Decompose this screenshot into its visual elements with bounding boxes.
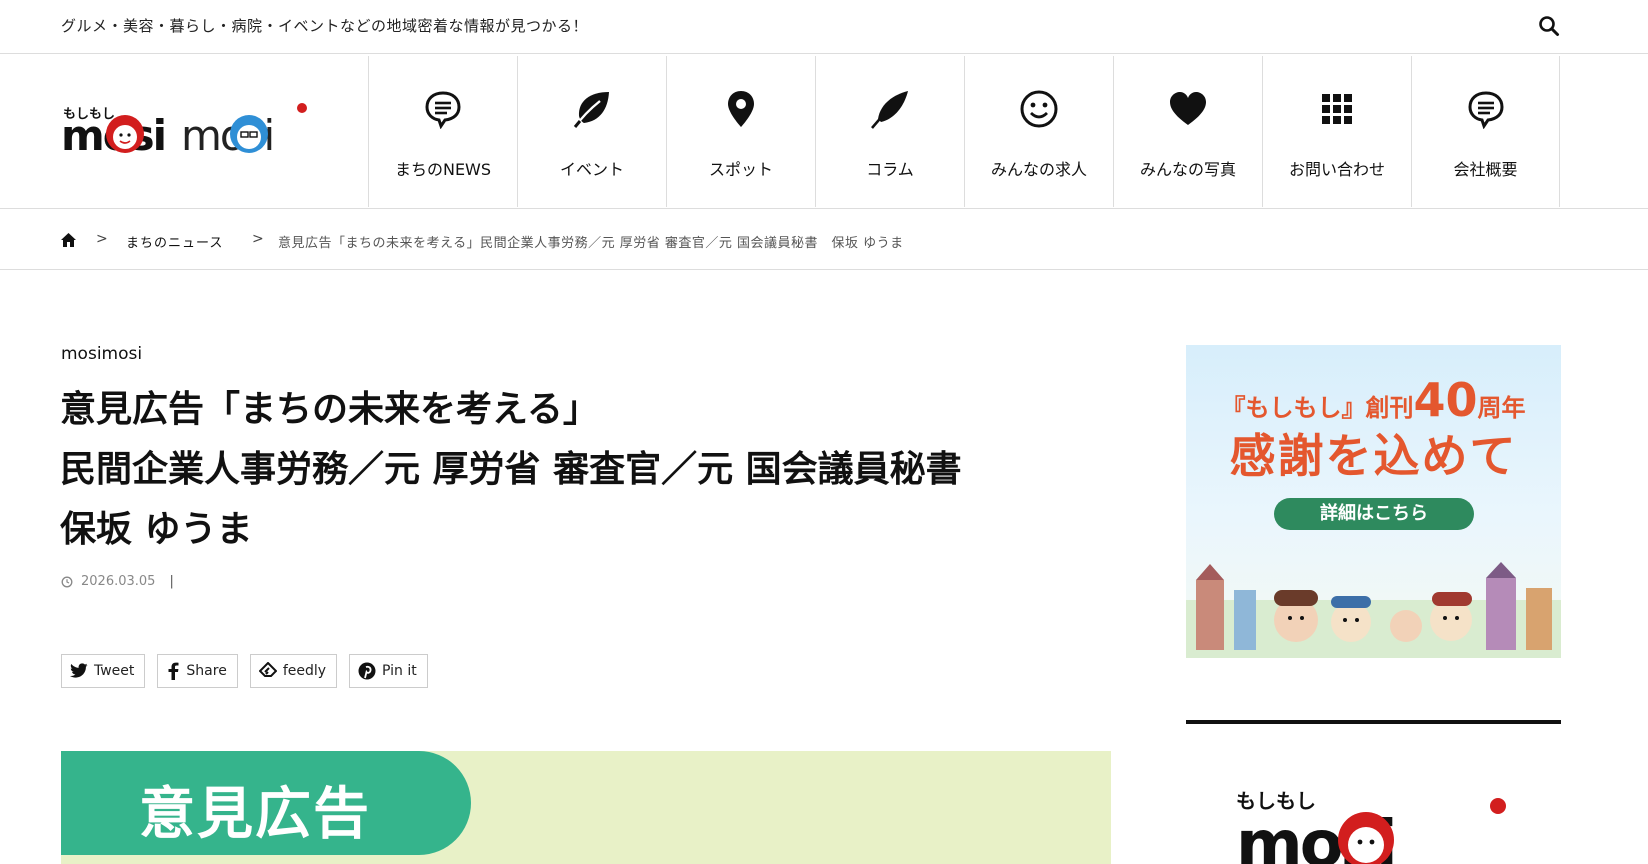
top-bar: グルメ・美容・暮らし・病院・イベントなどの地域密着な情報が見つかる！: [0, 0, 1648, 54]
nav-item-jobs[interactable]: みんなの求人: [964, 56, 1113, 207]
main-nav: まちのNEWS イベント スポット コラム みんなの求人 みんなの写真 お問い合…: [368, 56, 1560, 207]
article-category[interactable]: mosimosi: [61, 344, 142, 364]
anniversary-banner[interactable]: 『もしもし』創刊40周年 感謝を込めて 詳細はこちら: [1186, 345, 1561, 658]
meta-separator: |: [169, 574, 174, 589]
banner-line1-prefix: 『もしもし』創刊: [1221, 394, 1414, 422]
nav-item-event[interactable]: イベント: [517, 56, 666, 207]
ad-heading: 意見広告: [139, 782, 371, 847]
share-label: Pin it: [382, 663, 417, 679]
title-line: 民間企業人事労務／元 厚労省 審査官／元 国会議員秘書: [60, 449, 962, 490]
article-title: 意見広告「まちの未来を考える」 民間企業人事労務／元 厚労省 審査官／元 国会議…: [60, 380, 1120, 560]
nav-item-photos[interactable]: みんなの写真: [1113, 56, 1262, 207]
sidebar-logo[interactable]: もしもし mosi: [1236, 790, 1516, 864]
title-line: 意見広告「まちの未来を考える」: [60, 389, 599, 430]
quill-icon: [867, 86, 913, 132]
nav-label: スポット: [708, 160, 773, 179]
speech-bubble-icon: [420, 86, 466, 132]
feedly-button[interactable]: feedly: [249, 654, 338, 688]
share-label: Share: [186, 663, 227, 679]
title-line: 保坂 ゆうま: [60, 509, 253, 550]
breadcrumb: > まちのニュース > 意見広告「まちの未来を考える」民間企業人事労務／元 厚労…: [0, 209, 1648, 270]
breadcrumb-category[interactable]: まちのニュース: [126, 232, 223, 251]
town-illustration: [1186, 562, 1561, 658]
heart-icon: [1165, 86, 1211, 132]
grid-icon: [1314, 86, 1360, 132]
clock-icon: [61, 576, 73, 587]
leaf-icon: [569, 86, 615, 132]
tweet-button[interactable]: Tweet: [61, 654, 146, 688]
nav-item-spot[interactable]: スポット: [666, 56, 815, 207]
facebook-share-button[interactable]: Share: [157, 654, 238, 688]
site-logo[interactable]: もしもし mosi mosi: [61, 100, 311, 170]
nav-item-column[interactable]: コラム: [815, 56, 964, 207]
article-date: 2026.03.05: [81, 574, 156, 589]
banner-details-button[interactable]: 詳細はこちら: [1274, 498, 1474, 530]
smiley-icon: [1016, 86, 1062, 132]
nav-label: みんなの求人: [990, 160, 1087, 179]
nav-label: まちのNEWS: [394, 160, 492, 179]
banner-line1: 『もしもし』創刊40周年: [1186, 373, 1561, 427]
article-meta: 2026.03.05 |: [61, 574, 174, 589]
breadcrumb-current: 意見広告「まちの未来を考える」民間企業人事労務／元 厚労省 審査官／元 国会議員…: [278, 236, 904, 251]
feedly-icon: [258, 662, 277, 677]
nav-label: コラム: [866, 160, 914, 179]
banner-line1-suffix: 周年: [1477, 394, 1526, 422]
nav-label: お問い合わせ: [1288, 160, 1385, 179]
share-buttons: Tweet Share feedly Pin it: [61, 654, 440, 688]
twitter-icon: [70, 663, 88, 678]
breadcrumb-separator: >: [96, 231, 108, 247]
nav-item-news[interactable]: まちのNEWS: [368, 56, 517, 207]
map-pin-icon: [718, 86, 764, 132]
site-header: もしもし mosi mosi まちのNEWS イベント: [0, 54, 1648, 209]
nav-item-company[interactable]: 会社概要: [1411, 56, 1560, 207]
speech-bubble-icon: [1463, 86, 1509, 132]
breadcrumb-separator: >: [252, 231, 264, 247]
banner-line2: 感謝を込めて: [1229, 429, 1518, 483]
home-icon[interactable]: [60, 232, 77, 248]
nav-item-contact[interactable]: お問い合わせ: [1262, 56, 1411, 207]
opinion-ad-image: 意見広告: [61, 751, 1111, 864]
share-label: feedly: [282, 663, 327, 679]
site-tagline: グルメ・美容・暮らし・病院・イベントなどの地域密着な情報が見つかる！: [61, 17, 589, 35]
search-icon[interactable]: [1538, 15, 1560, 37]
sidebar-divider: [1186, 720, 1561, 724]
share-label: Tweet: [94, 663, 135, 679]
facebook-icon: [168, 662, 179, 680]
nav-label: イベント: [559, 160, 624, 179]
pinterest-button[interactable]: Pin it: [349, 654, 428, 688]
pinterest-icon: [358, 662, 376, 680]
nav-label: 会社概要: [1453, 160, 1518, 179]
nav-label: みんなの写真: [1139, 160, 1236, 179]
banner-line1-number: 40: [1413, 373, 1478, 427]
